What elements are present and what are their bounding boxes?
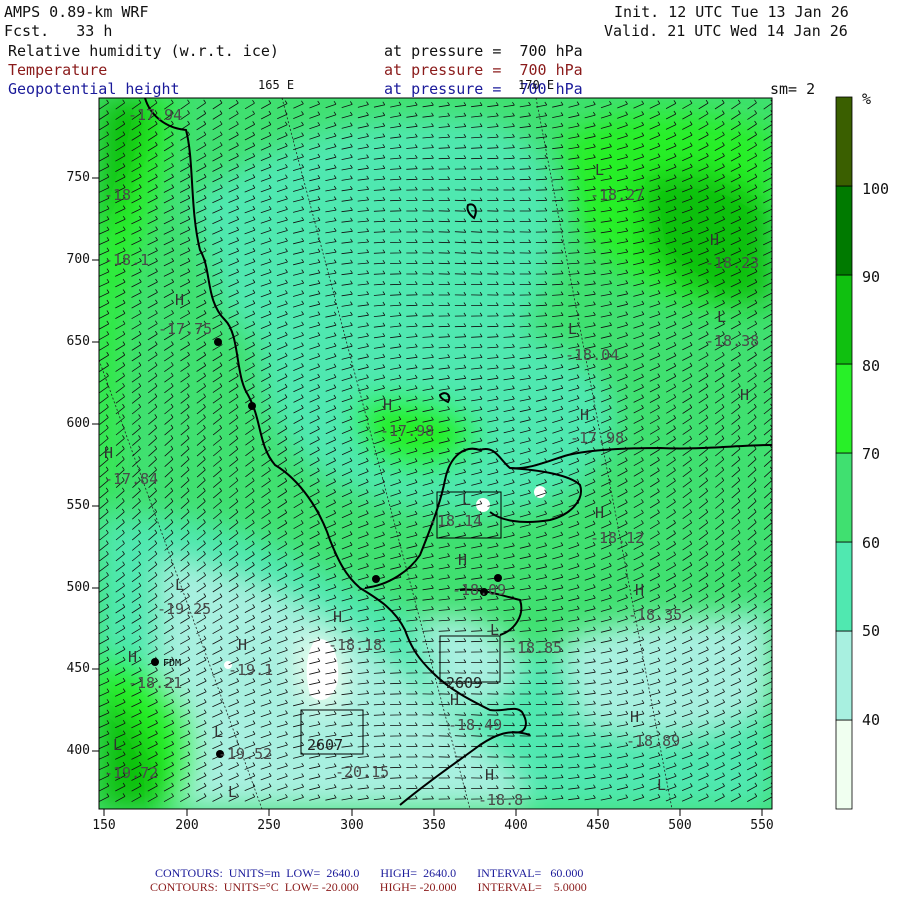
low-pressure-marker: L <box>175 576 184 594</box>
y-tick-label: 600 <box>66 416 90 431</box>
high-pressure-marker: H <box>630 708 639 726</box>
y-tick-label: 700 <box>66 252 90 267</box>
temperature-label: -18.38 <box>705 332 759 350</box>
high-pressure-marker: H <box>175 291 184 309</box>
low-pressure-marker: L <box>113 736 122 754</box>
high-pressure-marker: H <box>595 504 604 522</box>
high-pressure-marker: H <box>104 444 113 462</box>
temperature-label: -17.94 <box>128 106 182 124</box>
temperature-label: -18.35 <box>628 606 682 624</box>
colorbar <box>835 96 853 810</box>
y-tick-label: 500 <box>66 580 90 595</box>
high-pressure-marker: H <box>450 691 459 709</box>
height-box-value: 2607 <box>307 736 343 754</box>
temperature-label: -19.72 <box>104 764 158 782</box>
temperature-label: -19.52 <box>218 745 272 763</box>
temperature-label: -17.98 <box>380 422 434 440</box>
low-pressure-marker: L <box>595 161 604 179</box>
low-pressure-marker: L <box>228 783 237 801</box>
temperature-label: -20.15 <box>335 763 389 781</box>
x-tick-label: 400 <box>504 818 528 833</box>
x-tick-label: 200 <box>175 818 199 833</box>
map-canvas: H H H H H H H H H H H H H H H L L L L L L L L L L -17.94 -18 -18.1 -… <box>92 96 853 816</box>
footer-temp-contours: CONTOURS: UNITS=°C LOW= -20.000 HIGH= -2… <box>150 880 587 894</box>
y-tick-label: 400 <box>66 743 90 758</box>
high-pressure-marker: H <box>580 406 589 424</box>
colorbar-swatch <box>835 630 853 721</box>
x-tick-label: 500 <box>668 818 692 833</box>
colorbar-label: 90 <box>862 268 881 286</box>
low-pressure-marker: L <box>717 308 726 326</box>
x-tick-label: 550 <box>750 818 774 833</box>
temperature-label: -18.49 <box>448 716 502 734</box>
temperature-label: -18 <box>104 186 131 204</box>
temperature-label: -17.84 <box>104 470 158 488</box>
high-pressure-marker: H <box>333 608 342 626</box>
colorbar-label: 70 <box>862 445 881 463</box>
y-tick-label: 650 <box>66 334 90 349</box>
temperature-label: -18.23 <box>705 254 759 272</box>
temperature-label: -18.09 <box>452 581 506 599</box>
high-pressure-marker: H <box>710 231 719 249</box>
station-label: FDM <box>163 658 181 669</box>
low-pressure-marker: L <box>490 621 499 639</box>
temperature-label: -18.14 <box>428 512 482 530</box>
temperature-label: -18.18 <box>328 636 382 654</box>
colorbar-label: 60 <box>862 534 881 552</box>
temperature-label: -17.98 <box>570 429 624 447</box>
temperature-label: -18.04 <box>565 346 619 364</box>
colorbar-swatch <box>835 719 853 810</box>
y-tick-label: 450 <box>66 661 90 676</box>
humidity-field: H H H H H H H H H H H H H H H L L L L L L L L L L -17.94 -18 -18.1 -… <box>99 98 772 809</box>
high-pressure-marker: H <box>458 551 467 569</box>
temperature-label: -17.75 <box>158 320 212 338</box>
temperature-label: -18.89 <box>626 732 680 750</box>
high-pressure-marker: H <box>740 386 749 404</box>
colorbar-swatch <box>835 541 853 632</box>
x-axis-ticks <box>103 809 763 816</box>
low-pressure-marker: L <box>657 776 666 794</box>
colorbar-unit: % <box>862 90 872 108</box>
colorbar-swatch <box>835 274 853 365</box>
y-axis-ticks <box>92 177 99 752</box>
temperature-label: -18.85 <box>508 639 562 657</box>
colorbar-swatch <box>835 363 853 454</box>
colorbar-label: 100 <box>862 180 890 198</box>
colorbar-swatch <box>835 185 853 276</box>
colorbar-label: 50 <box>862 622 881 640</box>
high-pressure-marker: H <box>128 648 137 666</box>
x-tick-label: 350 <box>422 818 446 833</box>
x-tick-label: 450 <box>586 818 610 833</box>
y-tick-label: 750 <box>66 170 90 185</box>
high-pressure-marker: H <box>485 766 494 784</box>
footer-height-contours: CONTOURS: UNITS=m LOW= 2640.0 HIGH= 2640… <box>155 866 584 880</box>
temperature-label: -18.27 <box>590 186 644 204</box>
temperature-label: -19.25 <box>157 600 211 618</box>
height-box-value: 2609 <box>446 674 482 692</box>
high-pressure-marker: H <box>635 581 644 599</box>
low-pressure-marker: L <box>214 723 223 741</box>
high-pressure-marker: H <box>238 636 247 654</box>
x-tick-label: 150 <box>92 818 116 833</box>
colorbar-swatch <box>835 96 853 187</box>
x-tick-label: 300 <box>340 818 364 833</box>
low-pressure-marker: L <box>462 491 471 509</box>
high-pressure-marker: H <box>383 396 392 414</box>
temperature-label: -19.1 <box>228 661 273 679</box>
temperature-label: -18.8 <box>478 791 523 809</box>
colorbar-label: 80 <box>862 357 881 375</box>
y-tick-label: 550 <box>66 498 90 513</box>
low-pressure-marker: L <box>568 320 577 338</box>
temperature-label: -18.12 <box>590 529 644 547</box>
x-tick-label: 250 <box>257 818 281 833</box>
colorbar-swatch <box>835 452 853 543</box>
temperature-label: -18.1 <box>104 251 149 269</box>
temperature-label: -18.21 <box>128 674 182 692</box>
colorbar-label: 40 <box>862 711 881 729</box>
